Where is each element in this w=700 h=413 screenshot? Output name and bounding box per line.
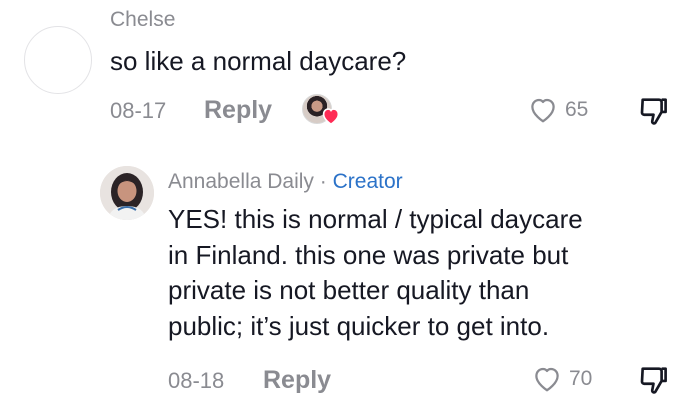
avatar[interactable] bbox=[24, 26, 92, 94]
dislike-button[interactable] bbox=[638, 95, 670, 127]
creator-liked-indicator bbox=[302, 94, 342, 128]
comment-author[interactable]: Annabella Daily bbox=[168, 170, 314, 193]
comment-text-line: public; it’s just quicker to get into. bbox=[168, 310, 550, 341]
comment-date: 08-17 bbox=[110, 98, 167, 123]
like-count: 70 bbox=[569, 367, 593, 390]
heart-outline-icon bbox=[532, 365, 562, 393]
reply-button[interactable]: Reply bbox=[263, 366, 331, 395]
like-count: 65 bbox=[565, 98, 589, 121]
comment-date: 08-18 bbox=[168, 368, 225, 393]
avatar[interactable] bbox=[100, 166, 154, 220]
creator-heart-icon bbox=[321, 107, 341, 130]
comment-text-line: YES! this is normal / typical daycare bbox=[168, 204, 583, 234]
thumbs-down-outline-icon bbox=[638, 364, 670, 396]
like-button[interactable]: 70 bbox=[532, 365, 592, 393]
comment-text-line: private is not better quality than bbox=[168, 275, 530, 305]
comment-author[interactable]: Chelse bbox=[110, 8, 175, 32]
comment-text: YES! this is normal / typical daycare in… bbox=[168, 202, 583, 344]
comment-author-line: Annabella Daily · Creator bbox=[168, 170, 403, 194]
like-button[interactable]: 65 bbox=[528, 96, 588, 124]
thumbs-down-outline-icon bbox=[638, 95, 670, 127]
comment-text: so like a normal daycare? bbox=[110, 46, 407, 76]
reply-button[interactable]: Reply bbox=[204, 96, 272, 125]
heart-outline-icon bbox=[528, 96, 558, 124]
comment-text-line: in Finland. this one was private but bbox=[168, 239, 569, 270]
author-separator: · bbox=[313, 170, 333, 193]
creator-badge: Creator bbox=[332, 170, 403, 193]
dislike-button[interactable] bbox=[638, 364, 670, 396]
